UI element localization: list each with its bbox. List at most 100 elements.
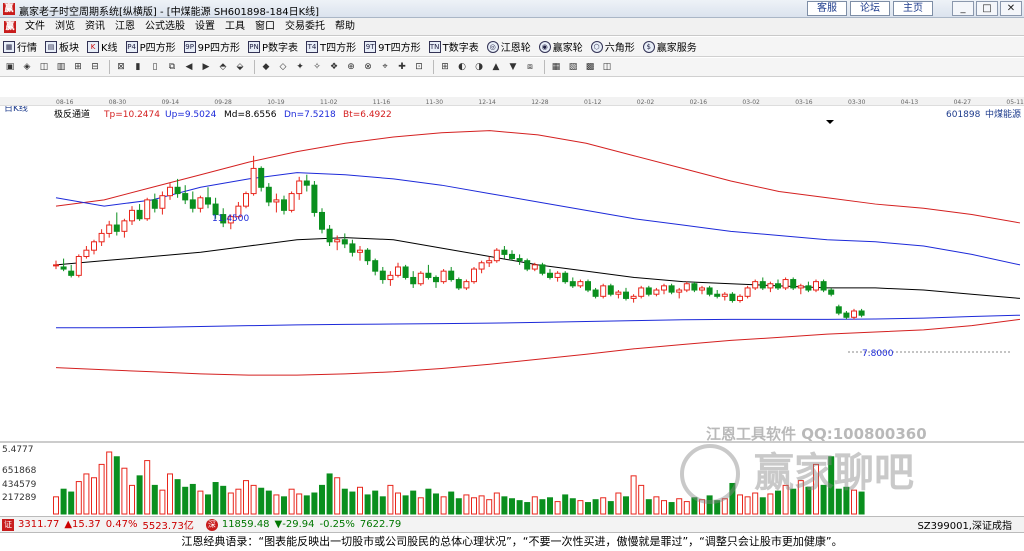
candle-body [623, 291, 629, 299]
drawing-tool-26-icon[interactable]: ◐ [455, 60, 469, 74]
drawing-tool-19-icon[interactable]: ❖ [327, 60, 341, 74]
candle-body [455, 279, 462, 289]
volume-bar [372, 490, 379, 515]
drawing-tool-22-icon[interactable]: ⌖ [378, 60, 392, 74]
toolbar-p-table[interactable]: PN P数字表 [245, 38, 303, 56]
drawing-tool-17-icon[interactable]: ✦ [293, 60, 307, 74]
drawing-tool-9-icon[interactable]: ▯ [148, 60, 162, 74]
toolbar-hexagon[interactable]: ⬡ 六角形 [588, 38, 640, 56]
drawing-tool-11-icon[interactable]: ◀ [182, 60, 196, 74]
drawing-tool-8-icon[interactable]: ▮ [131, 60, 145, 74]
drawing-tool-29-icon[interactable]: ▼ [506, 60, 520, 74]
drawing-tool-30-icon[interactable]: ⧈ [523, 60, 537, 74]
toolbar-service[interactable]: $ 赢家服务 [640, 38, 702, 56]
volume-bar [706, 495, 713, 515]
drawing-tool-4-icon[interactable]: ▥ [54, 60, 68, 74]
drawing-tool-32-icon[interactable]: ▧ [566, 60, 580, 74]
volume-bar [623, 496, 629, 515]
volume-axis-label-3: 217289 [2, 493, 37, 503]
kline-icon: K [87, 40, 99, 53]
menu-browse[interactable]: 浏览 [50, 18, 80, 36]
toolbar-winner-wheel[interactable]: ◉ 赢家轮 [536, 38, 588, 56]
toolbar-9p-square[interactable]: 9P 9P四方形 [181, 38, 245, 56]
menu-file[interactable]: 文件 [20, 18, 50, 36]
candle-body [440, 270, 447, 283]
menu-formula[interactable]: 公式选股 [140, 18, 190, 36]
home-link[interactable]: 主页 [893, 1, 933, 16]
candle-body [182, 193, 189, 201]
menu-window[interactable]: 窗口 [250, 18, 280, 36]
drawing-tool-12-icon[interactable]: ▶ [199, 60, 213, 74]
drawing-tool-15-icon[interactable]: ◆ [259, 60, 273, 74]
service-link[interactable]: 客服 [807, 1, 847, 16]
drawing-tool-14-icon[interactable]: ⬙ [233, 60, 247, 74]
candle-body [319, 211, 325, 230]
maximize-button[interactable]: □ [976, 1, 998, 16]
candle-body [683, 283, 690, 291]
candle-body [387, 274, 394, 281]
kline-chart[interactable]: 日K线 极反通道 Tp=10.2474 Up=9.5024 Md=8.6556 … [0, 106, 1024, 516]
sh-index-pct: 0.47% [105, 519, 138, 530]
drawing-tool-5-icon[interactable]: ⊞ [71, 60, 85, 74]
toolbar-9t-square[interactable]: 9T 9T四方形 [361, 38, 425, 56]
volume-bar [402, 495, 409, 515]
stock-code: 601898 [946, 110, 981, 120]
drawing-tool-1-icon[interactable]: ▣ [3, 60, 17, 74]
menu-gann[interactable]: 江恩 [110, 18, 140, 36]
drawing-tool-16-icon[interactable]: ◇ [276, 60, 290, 74]
drawing-tool-6-icon[interactable]: ⊟ [88, 60, 102, 74]
drawing-tool-27-icon[interactable]: ◑ [472, 60, 486, 74]
candle-body [121, 220, 128, 232]
minimize-button[interactable]: _ [952, 1, 974, 16]
candle-body [729, 293, 736, 302]
toolbar-quotes[interactable]: ▦ 行情 [0, 38, 42, 56]
drawing-tool-20-icon[interactable]: ⊕ [344, 60, 358, 74]
volume-bar [668, 502, 675, 515]
menu-bar: 赢 文件 浏览 资讯 江恩 公式选股 设置 工具 窗口 交易委托 帮助 [0, 18, 1024, 36]
candle-body [471, 268, 477, 283]
candle-body [296, 180, 303, 195]
menu-logo-icon: 赢 [4, 20, 16, 33]
candle-body [592, 289, 599, 297]
drawing-tool-21-icon[interactable]: ⊗ [361, 60, 375, 74]
date-scale: 08-16 08-30 09-14 09-28 10-19 11-02 11-16 11-30… [0, 97, 1024, 106]
menu-settings[interactable]: 设置 [190, 18, 220, 36]
drawing-tool-7-icon[interactable]: ⊠ [114, 60, 128, 74]
volume-bar [281, 496, 287, 515]
drawing-tool-10-icon[interactable]: ⧉ [165, 60, 179, 74]
date-tick: 08-30 [109, 99, 127, 106]
wheel-icon: ◎ [486, 40, 499, 53]
toolbar-t-square[interactable]: T4 T四方形 [303, 38, 361, 56]
drawing-tool-24-icon[interactable]: ⊡ [412, 60, 426, 74]
candle-body [607, 285, 614, 295]
close-button[interactable]: ✕ [1000, 1, 1022, 16]
toolbar-gann-wheel[interactable]: ◎ 江恩轮 [484, 38, 536, 56]
drawing-tool-3-icon[interactable]: ◫ [37, 60, 51, 74]
menu-trade[interactable]: 交易委托 [280, 18, 330, 36]
menu-help[interactable]: 帮助 [330, 18, 360, 36]
drawing-tool-33-icon[interactable]: ▩ [583, 60, 597, 74]
volume-bar [258, 487, 265, 515]
candle-body [782, 279, 789, 289]
date-tick: 03-30 [848, 99, 866, 106]
toolbar-sectors[interactable]: ▤ 板块 [42, 38, 84, 56]
band-dn-line [56, 314, 1021, 329]
dropdown-arrow-icon[interactable] [826, 120, 834, 124]
toolbar-kline[interactable]: K K线 [84, 38, 123, 56]
volume-axis-top: 5.4777 [2, 445, 34, 455]
volume-bar [516, 500, 523, 515]
menu-info[interactable]: 资讯 [80, 18, 110, 36]
drawing-tool-28-icon[interactable]: ▲ [489, 60, 503, 74]
drawing-tool-31-icon[interactable]: ▦ [549, 60, 563, 74]
forum-link[interactable]: 论坛 [850, 1, 890, 16]
toolbar-p-square[interactable]: P4 P四方形 [123, 38, 181, 56]
drawing-tool-25-icon[interactable]: ⊞ [438, 60, 452, 74]
md-value: Md=8.6556 [224, 110, 277, 120]
drawing-tool-34-icon[interactable]: ◫ [600, 60, 614, 74]
toolbar-t-table[interactable]: TN T数字表 [426, 38, 484, 56]
drawing-tool-18-icon[interactable]: ✧ [310, 60, 324, 74]
menu-tools[interactable]: 工具 [220, 18, 250, 36]
drawing-tool-2-icon[interactable]: ◈ [20, 60, 34, 74]
drawing-tool-23-icon[interactable]: ✚ [395, 60, 409, 74]
drawing-tool-13-icon[interactable]: ⬘ [216, 60, 230, 74]
